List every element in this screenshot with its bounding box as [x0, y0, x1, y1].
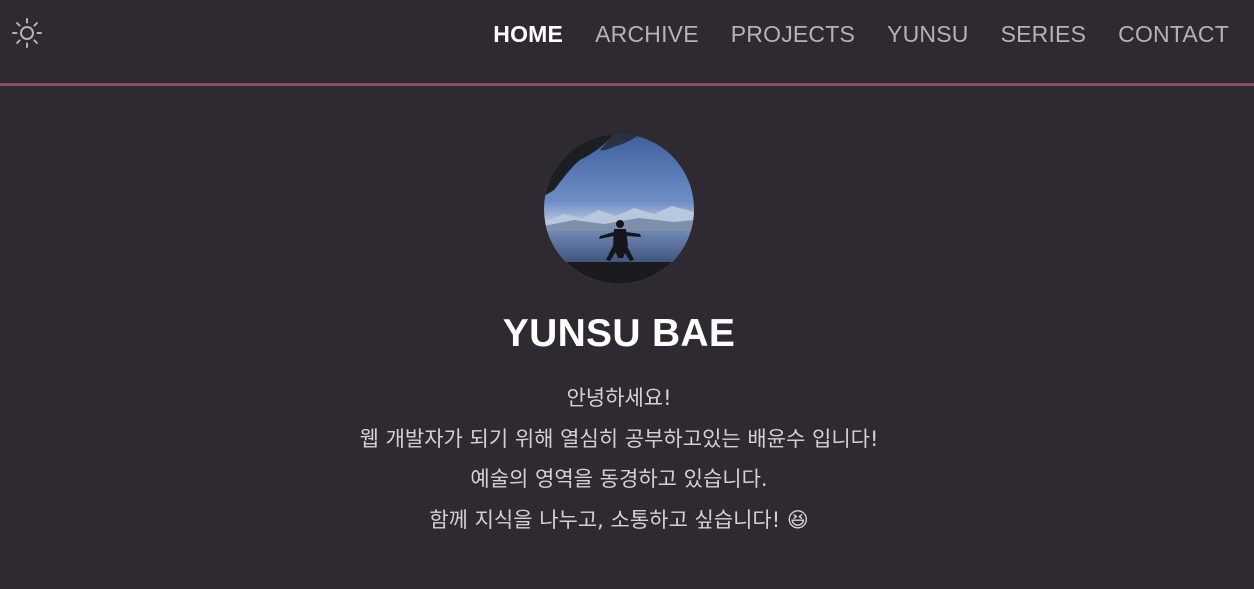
bio-line: 함께 지식을 나누고, 소통하고 싶습니다! 😆 [429, 507, 809, 532]
bio-line: 안녕하세요! [566, 386, 672, 410]
main-nav: HOME ARCHIVE PROJECTS YUNSU SERIES CONTA… [461, 18, 1229, 50]
profile-bio: 안녕하세요! 웹 개발자가 되기 위해 열심히 공부하고있는 배윤수 입니다! … [0, 378, 1238, 540]
nav-archive[interactable]: ARCHIVE [595, 21, 699, 48]
nav-contact[interactable]: CONTACT [1118, 21, 1229, 48]
sun-icon[interactable] [9, 15, 45, 51]
avatar [544, 134, 694, 284]
nav-projects[interactable]: PROJECTS [731, 21, 855, 48]
bio-line: 예술의 영역을 동경하고 있습니다. [470, 467, 768, 491]
header-divider [0, 83, 1254, 86]
nav-home[interactable]: HOME [493, 21, 563, 48]
site-header: HOME ARCHIVE PROJECTS YUNSU SERIES CONTA… [0, 0, 1254, 84]
nav-yunsu[interactable]: YUNSU [887, 21, 969, 48]
nav-series[interactable]: SERIES [1001, 21, 1087, 48]
bio-line: 웹 개발자가 되기 위해 열심히 공부하고있는 배윤수 입니다! [359, 426, 879, 451]
profile-name: YUNSU BAE [502, 312, 736, 355]
